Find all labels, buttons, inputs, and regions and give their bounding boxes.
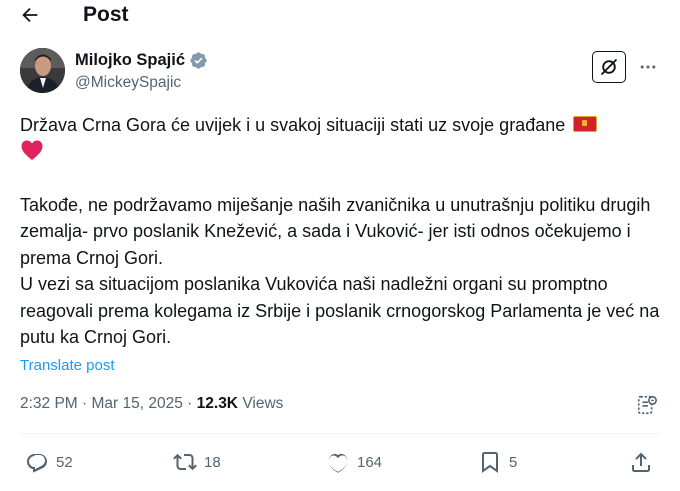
author-name: Milojko Spajić	[75, 51, 186, 69]
grok-button[interactable]	[592, 51, 626, 83]
views-count: 12.3K	[196, 395, 239, 412]
bookmark-button[interactable]: 5	[478, 448, 517, 476]
avatar[interactable]	[20, 48, 65, 93]
post-line-1: Država Crna Gora će uvijek i u svakoj si…	[20, 112, 665, 139]
analytics-icon	[637, 395, 657, 415]
post-author: Milojko Spajić @MickeySpajic	[20, 45, 660, 101]
post-date[interactable]: Mar 15, 2025	[92, 395, 183, 412]
back-button[interactable]	[14, 1, 46, 29]
montenegro-flag-icon	[573, 116, 598, 132]
repost-count: 18	[204, 453, 221, 471]
arrow-left-icon	[22, 7, 38, 23]
like-heart-icon	[328, 453, 348, 473]
repost-icon	[173, 453, 197, 471]
post-text: Država Crna Gora će uvijek i u svakoj si…	[20, 112, 665, 351]
avatar-image	[20, 48, 65, 93]
share-button[interactable]	[629, 448, 653, 476]
like-count: 164	[357, 453, 383, 471]
post-analytics-button[interactable]	[634, 393, 660, 417]
reply-icon	[27, 454, 47, 473]
page-title: Post	[83, 3, 129, 26]
post-paragraph-2: Takođe, ne podržavamo miješanje naših zv…	[20, 194, 651, 268]
reply-count: 52	[56, 453, 73, 471]
action-bar: 52 18 164 5	[20, 448, 660, 476]
like-button[interactable]: 164	[326, 448, 382, 476]
translate-post-link[interactable]: Translate post	[20, 356, 115, 376]
repost-button[interactable]: 18	[173, 448, 221, 476]
share-icon	[632, 452, 650, 472]
bookmark-count: 5	[509, 453, 518, 471]
post-paragraph-3: U vezi sa situacijom poslanika Vukovića …	[20, 274, 660, 347]
reply-button[interactable]: 52	[25, 448, 73, 476]
red-heart-icon	[21, 140, 43, 160]
post-time[interactable]: 2:32 PM	[20, 395, 78, 412]
post-meta: 2:32 PM · Mar 15, 2025 · 12.3K Views	[20, 395, 284, 412]
verified-badge-icon	[190, 51, 207, 69]
grok-icon	[600, 58, 618, 76]
bookmark-icon	[482, 452, 498, 473]
author-handle[interactable]: @MickeySpajic	[75, 73, 181, 93]
more-horizontal-icon	[640, 65, 656, 69]
author-name-row[interactable]: Milojko Spajić	[75, 49, 208, 71]
more-options-button[interactable]	[634, 53, 662, 81]
views-label: Views	[242, 395, 284, 412]
top-bar: Post	[0, 0, 680, 30]
divider	[20, 433, 660, 434]
